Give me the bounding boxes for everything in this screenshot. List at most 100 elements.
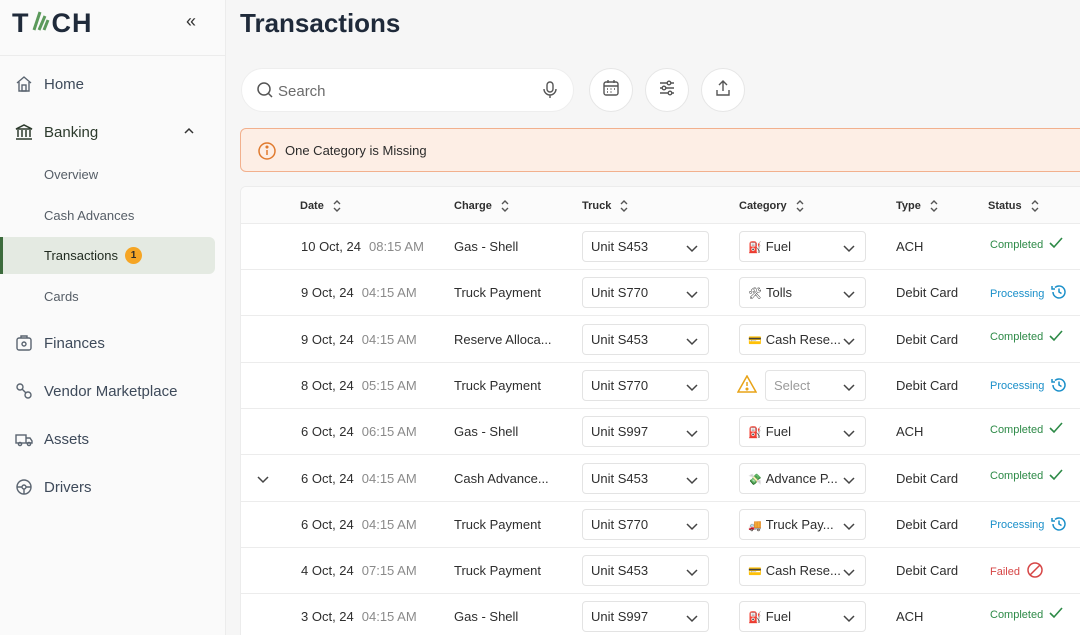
cell-date: 4 Oct, 24 07:15 AM bbox=[301, 563, 417, 578]
cell-charge: Truck Payment bbox=[454, 285, 541, 301]
column-header-status[interactable]: Status bbox=[988, 199, 1040, 213]
chevron-down-icon bbox=[843, 287, 855, 302]
date-text: 6 Oct, 24 bbox=[301, 516, 354, 532]
sidebar-sub-cards[interactable]: Cards bbox=[44, 289, 79, 304]
chevron-down-icon bbox=[686, 611, 698, 626]
category-icon: 💳 bbox=[748, 334, 762, 347]
expand-row-icon[interactable] bbox=[257, 471, 269, 489]
collapse-sidebar-icon[interactable]: « bbox=[186, 11, 196, 32]
sidebar-item-banking[interactable]: Banking bbox=[14, 122, 98, 142]
cell-type: Debit Card bbox=[896, 470, 959, 486]
table-row[interactable]: 6 Oct, 24 06:15 AM Gas - Shell Unit S997 ⛽ Fu… bbox=[241, 409, 1080, 456]
table-row[interactable]: 6 Oct, 24 04:15 AM Cash Advance... Unit S45… bbox=[241, 456, 1080, 502]
table-row[interactable]: 8 Oct, 24 05:15 AM Truck Payment Unit S770 S… bbox=[241, 363, 1080, 409]
truck-select[interactable]: Unit S770 bbox=[582, 369, 709, 401]
table-row[interactable]: 9 Oct, 24 04:15 AM Truck Payment Unit S770 🛠… bbox=[241, 270, 1080, 317]
category-label: Cash Rese... bbox=[765, 331, 841, 347]
sidebar-item-assets[interactable]: Assets bbox=[14, 429, 89, 449]
date-text: 8 Oct, 24 bbox=[301, 377, 354, 393]
category-select[interactable]: 🛠 Tolls bbox=[739, 277, 866, 309]
category-label: Tolls bbox=[765, 285, 792, 301]
category-select[interactable]: 💳 Cash Rese... bbox=[739, 555, 866, 587]
category-select[interactable]: 🚚 Truck Pay... bbox=[739, 508, 866, 540]
calendar-button[interactable] bbox=[589, 68, 633, 112]
category-label: Fuel bbox=[765, 609, 791, 625]
alert-text: One Category is Missing bbox=[285, 143, 427, 158]
category-select[interactable]: ⛽ Fuel bbox=[739, 416, 866, 448]
cell-date: 9 Oct, 24 04:15 AM bbox=[301, 332, 417, 347]
category-value: 💳 Cash Rese... bbox=[748, 332, 841, 347]
category-icon: ⛽ bbox=[748, 242, 762, 254]
table-header: Date Charge Truck Category Type Status bbox=[241, 187, 1080, 224]
sidebar-sub-transactions[interactable]: Transactions 1 bbox=[0, 237, 215, 274]
table-row[interactable]: 6 Oct, 24 04:15 AM Truck Payment Unit S770 🚚… bbox=[241, 502, 1080, 548]
status-text: Failed bbox=[990, 565, 1020, 578]
column-header-charge[interactable]: Charge bbox=[454, 199, 510, 213]
category-select[interactable]: Select bbox=[765, 369, 866, 401]
truck-select[interactable]: Unit S453 bbox=[582, 555, 709, 587]
category-select[interactable]: ⛽ Fuel bbox=[739, 231, 866, 262]
microphone-icon[interactable] bbox=[543, 81, 557, 104]
column-header-type[interactable]: Type bbox=[896, 199, 939, 213]
sidebar-item-vendor-marketplace[interactable]: Vendor Marketplace bbox=[14, 381, 177, 401]
truck-value: Unit S453 bbox=[591, 563, 649, 579]
check-icon bbox=[1049, 422, 1063, 437]
cell-type: Debit Card bbox=[896, 516, 959, 532]
truck-select[interactable]: Unit S997 bbox=[582, 416, 709, 448]
category-select[interactable]: 💳 Cash Rese... bbox=[739, 323, 866, 355]
filter-button[interactable] bbox=[645, 68, 689, 112]
sidebar-item-home[interactable]: Home bbox=[14, 74, 84, 94]
truck-value: Unit S770 bbox=[591, 516, 649, 532]
chevron-down-icon bbox=[843, 241, 855, 256]
status-badge: Processing bbox=[990, 376, 1068, 397]
truck-select[interactable]: Unit S770 bbox=[582, 277, 709, 309]
search-input[interactable] bbox=[278, 79, 538, 103]
header-label: Category bbox=[739, 200, 787, 212]
status-text: Processing bbox=[990, 380, 1045, 393]
truck-select[interactable]: Unit S453 bbox=[582, 231, 709, 262]
table-row[interactable]: 4 Oct, 24 07:15 AM Truck Payment Unit S453 💳… bbox=[241, 548, 1080, 595]
column-header-truck[interactable]: Truck bbox=[582, 199, 629, 213]
blocked-icon bbox=[1026, 561, 1044, 582]
category-value: Select bbox=[774, 377, 811, 393]
sidebar-item-label: Banking bbox=[44, 123, 99, 141]
sidebar-item-finances[interactable]: Finances bbox=[14, 333, 105, 353]
search-icon bbox=[256, 81, 274, 104]
sidebar-item-drivers[interactable]: Drivers bbox=[14, 477, 92, 497]
column-header-category[interactable]: Category bbox=[739, 199, 805, 213]
status-text: Completed bbox=[990, 331, 1044, 344]
truck-value: Unit S770 bbox=[591, 285, 649, 301]
export-button[interactable] bbox=[701, 68, 745, 112]
category-select[interactable]: 💸 Advance P... bbox=[739, 462, 866, 494]
column-header-date[interactable]: Date bbox=[300, 199, 342, 213]
status-badge: Processing bbox=[990, 515, 1068, 536]
category-select[interactable]: ⛽ Fuel bbox=[739, 601, 866, 633]
steering-wheel-icon bbox=[14, 477, 34, 497]
date-text: 10 Oct, 24 bbox=[301, 239, 361, 254]
chevron-down-icon bbox=[843, 426, 855, 441]
table-row[interactable]: 10 Oct, 24 08:15 AM Gas - Shell Unit S453 ⛽ F… bbox=[241, 224, 1080, 270]
date-text: 6 Oct, 24 bbox=[301, 424, 354, 440]
table-row[interactable]: 3 Oct, 24 04:15 AM Gas - Shell Unit S997 ⛽ Fu… bbox=[241, 594, 1080, 635]
logo[interactable]: T CH bbox=[12, 8, 93, 39]
truck-select[interactable]: Unit S453 bbox=[582, 462, 709, 494]
table-row[interactable]: 9 Oct, 24 04:15 AM Reserve Alloca... Unit S… bbox=[241, 317, 1080, 363]
sort-icon bbox=[795, 199, 805, 213]
history-icon bbox=[1050, 515, 1068, 536]
upload-icon bbox=[714, 79, 732, 102]
time-text: 04:15 AM bbox=[361, 516, 417, 532]
category-icon: 🛠 bbox=[748, 288, 762, 301]
truck-select[interactable]: Unit S770 bbox=[582, 508, 709, 540]
category-icon: 💳 bbox=[748, 566, 762, 579]
chevron-up-icon[interactable] bbox=[184, 124, 194, 138]
sort-icon bbox=[929, 199, 939, 213]
sidebar-sub-cash-advances[interactable]: Cash Advances bbox=[44, 208, 134, 223]
truck-select[interactable]: Unit S453 bbox=[582, 323, 709, 355]
search-bar[interactable] bbox=[241, 68, 574, 112]
category-icon: ⛽ bbox=[748, 427, 762, 440]
truck-select[interactable]: Unit S997 bbox=[582, 601, 709, 633]
category-icon: 🚚 bbox=[748, 519, 762, 532]
sliders-icon bbox=[658, 79, 676, 102]
sidebar-sub-overview[interactable]: Overview bbox=[44, 167, 98, 182]
check-icon bbox=[1049, 607, 1063, 622]
